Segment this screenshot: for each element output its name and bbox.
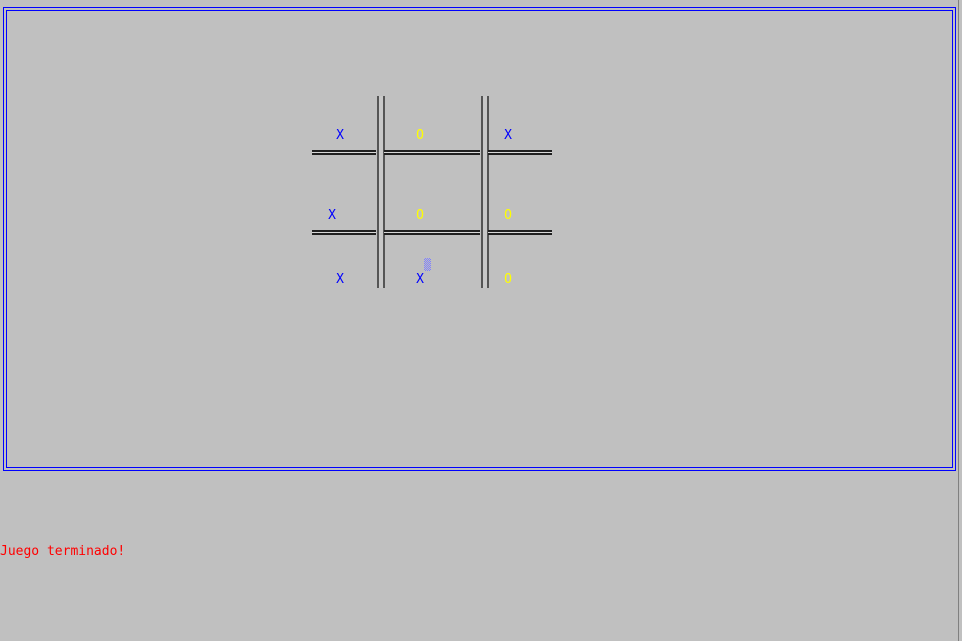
cell-3-2[interactable]: X: [405, 272, 435, 288]
cell-3-3[interactable]: O: [493, 272, 523, 288]
status-message: Juego terminado!: [0, 544, 126, 559]
grid-line-vertical-2: [481, 96, 489, 288]
cell-1-3[interactable]: X: [493, 128, 523, 144]
tic-tac-toe-board: X O X X O O X X O: [0, 0, 962, 641]
cursor-icon: [424, 258, 431, 271]
grid-line-horizontal-2a: [312, 230, 376, 235]
cell-1-1[interactable]: X: [325, 128, 355, 144]
grid-line-horizontal-2c: [488, 230, 552, 235]
cell-3-1[interactable]: X: [325, 272, 355, 288]
cell-2-3[interactable]: O: [493, 208, 523, 224]
grid-line-horizontal-2b: [384, 230, 480, 235]
grid-line-vertical-1: [377, 96, 385, 288]
cell-1-2[interactable]: O: [405, 128, 435, 144]
grid-line-horizontal-1b: [384, 150, 480, 155]
grid-line-horizontal-1a: [312, 150, 376, 155]
cell-2-2[interactable]: O: [405, 208, 435, 224]
grid-line-horizontal-1c: [488, 150, 552, 155]
cell-2-1[interactable]: X: [317, 208, 347, 224]
